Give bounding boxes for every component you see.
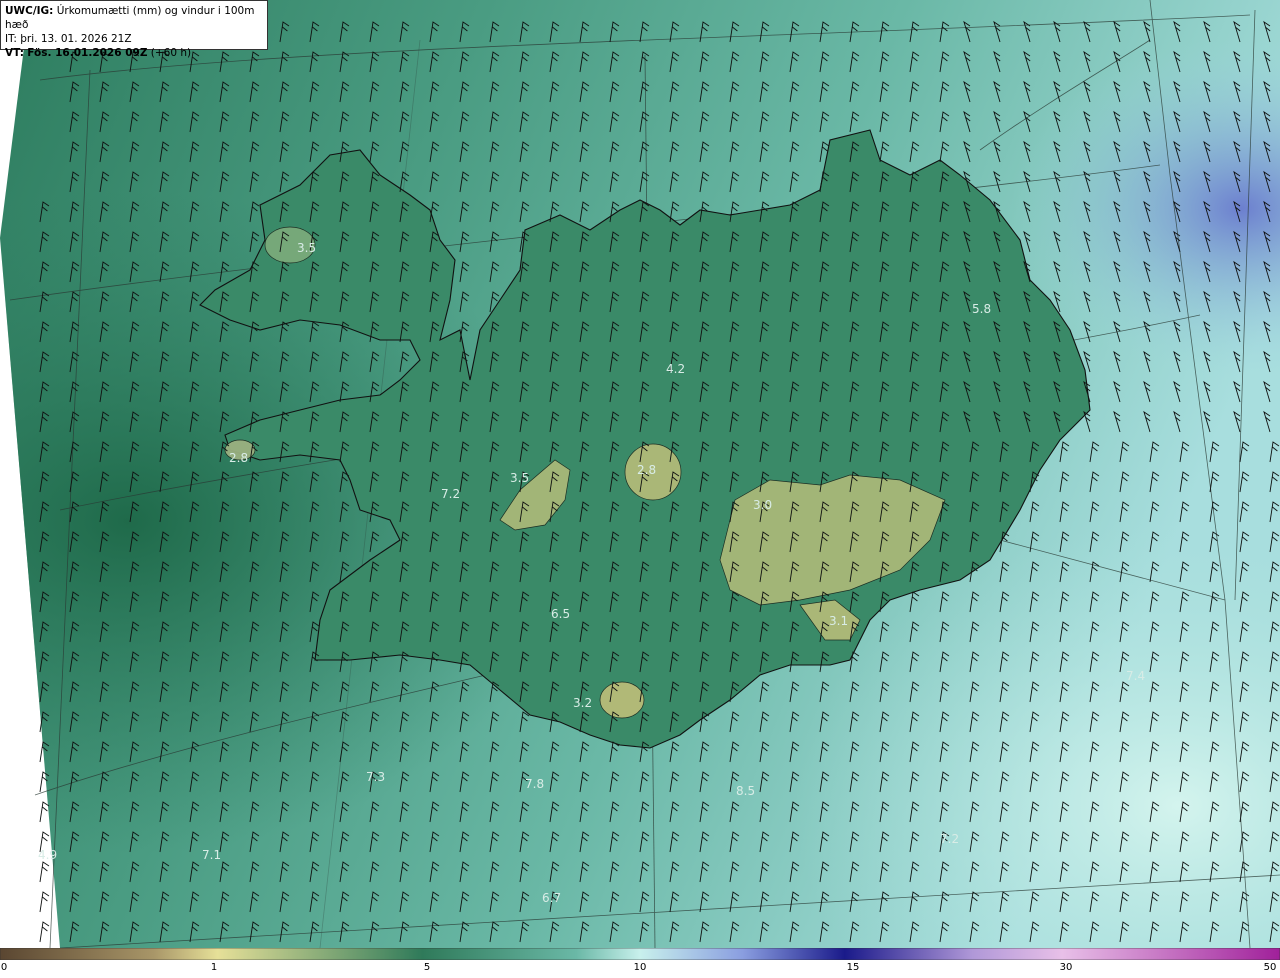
colorbar-tick: 50 bbox=[1263, 962, 1277, 973]
value-label: 6.7 bbox=[542, 891, 561, 905]
colorbar-tick: 30 bbox=[1059, 962, 1073, 973]
value-label: 3.5 bbox=[510, 471, 529, 485]
value-label: 4.9 bbox=[38, 848, 57, 862]
value-label: 2.8 bbox=[637, 463, 656, 477]
value-label: 4.2 bbox=[666, 362, 685, 376]
value-label: 7.3 bbox=[366, 770, 385, 784]
value-label: 7.1 bbox=[202, 848, 221, 862]
product-line: UWC/IG: Úrkomumætti (mm) og vindur i 100… bbox=[5, 5, 255, 31]
colorbar-labels: 0 1 5 10 15 30 50 bbox=[0, 962, 1280, 978]
valid-time-line: VT: Fös. 16.01.2026 09Z (+60 h) bbox=[5, 47, 192, 59]
value-label: 3.1 bbox=[829, 614, 848, 628]
colorbar-tick: 5 bbox=[423, 962, 431, 973]
colorbar-tick: 1 bbox=[210, 962, 218, 973]
value-label: 5.8 bbox=[972, 302, 991, 316]
init-time-line: IT: þri. 13. 01. 2026 21Z bbox=[5, 33, 132, 45]
value-label: 3.2 bbox=[573, 696, 592, 710]
value-label: 8.5 bbox=[736, 784, 755, 798]
weather-map: 3.5 5.8 4.2 2.8 3.5 2.8 7.2 3.0 6.5 3.1 … bbox=[0, 0, 1280, 949]
value-label: 6.5 bbox=[551, 607, 570, 621]
value-label: 3.0 bbox=[753, 498, 772, 512]
value-label: 2.8 bbox=[229, 451, 248, 465]
value-label: 7.8 bbox=[525, 777, 544, 791]
value-label: 3.5 bbox=[297, 241, 316, 255]
value-label: 7.2 bbox=[441, 487, 460, 501]
map-info-box: UWC/IG: Úrkomumætti (mm) og vindur i 100… bbox=[0, 0, 268, 59]
colorbar bbox=[0, 948, 1280, 960]
value-label: 7.2 bbox=[940, 832, 959, 846]
value-label: 7.4 bbox=[1126, 669, 1145, 683]
colorbar-tick: 10 bbox=[633, 962, 647, 973]
colorbar-tick: 15 bbox=[846, 962, 860, 973]
colorbar-tick: 0 bbox=[0, 962, 8, 973]
